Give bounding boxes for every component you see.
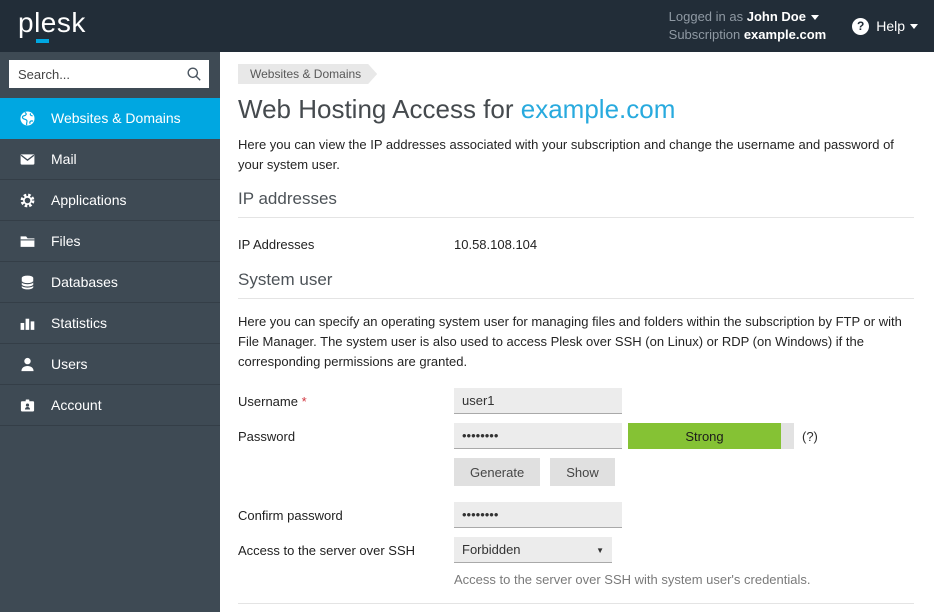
user-name[interactable]: John Doe (747, 9, 806, 24)
username-input[interactable] (454, 388, 622, 414)
database-icon (19, 274, 36, 291)
page-intro: Here you can view the IP addresses assoc… (238, 135, 914, 175)
help-menu[interactable]: ? Help (852, 18, 918, 35)
password-label: Password (238, 429, 454, 444)
sidebar-item-account[interactable]: Account (0, 385, 220, 426)
folder-icon (19, 233, 36, 250)
subscription-label: Subscription (669, 27, 741, 42)
sidebar-search (9, 60, 209, 88)
mail-icon (19, 151, 36, 168)
system-user-description: Here you can specify an operating system… (238, 312, 914, 372)
ssh-access-label: Access to the server over SSH (238, 543, 454, 558)
header-right: Logged in as John Doe Subscription examp… (669, 8, 934, 44)
page-title-domain-link[interactable]: example.com (521, 94, 676, 124)
sidebar-item-users[interactable]: Users (0, 344, 220, 385)
ip-addresses-label: IP Addresses (238, 237, 454, 252)
required-asterisk: * (302, 394, 307, 409)
question-circle-icon: ? (852, 18, 869, 35)
generate-password-button[interactable]: Generate (454, 458, 540, 486)
logged-in-row[interactable]: Logged in as John Doe (669, 8, 827, 26)
help-label: Help (876, 18, 905, 34)
sidebar-item-label: Mail (51, 151, 77, 167)
globe-icon (19, 110, 36, 127)
plesk-logo[interactable]: plesk (18, 9, 86, 43)
sidebar-filler (0, 426, 220, 612)
confirm-password-input[interactable] (454, 502, 622, 528)
page-title: Web Hosting Access for example.com (238, 94, 914, 125)
session-info: Logged in as John Doe Subscription examp… (669, 8, 827, 44)
password-strength-meter: Strong (628, 423, 794, 449)
sidebar-item-label: Account (51, 397, 102, 413)
password-row: Password Strong (?) (238, 423, 914, 449)
show-password-button[interactable]: Show (550, 458, 615, 486)
ip-addresses-value: 10.58.108.104 (454, 237, 537, 252)
form-footer: * Required fields OK Apply Cancel (238, 604, 914, 612)
sidebar-item-label: Websites & Domains (51, 110, 181, 126)
subscription-row: Subscription example.com (669, 26, 827, 44)
ssh-access-row: Access to the server over SSH Forbidden … (238, 537, 914, 563)
system-user-heading: System user (238, 270, 914, 299)
ssh-access-select-wrap: Forbidden ▼ (454, 537, 612, 563)
password-input[interactable] (454, 423, 622, 449)
password-strength-help-link[interactable]: (?) (802, 429, 818, 444)
search-input[interactable] (9, 60, 209, 88)
sidebar-nav: Websites & Domains Mail Applications (0, 98, 220, 426)
sidebar-item-label: Users (51, 356, 88, 372)
confirm-password-row: Confirm password (238, 502, 914, 528)
sidebar: Websites & Domains Mail Applications (0, 52, 220, 612)
sidebar-item-websites-domains[interactable]: Websites & Domains (0, 98, 220, 139)
logged-in-as-label: Logged in as (669, 9, 743, 24)
sidebar-item-label: Applications (51, 192, 127, 208)
page-title-prefix: Web Hosting Access for (238, 94, 521, 124)
sidebar-item-mail[interactable]: Mail (0, 139, 220, 180)
ip-addresses-row: IP Addresses 10.58.108.104 (238, 218, 914, 270)
chevron-down-icon (910, 24, 918, 29)
sidebar-item-label: Statistics (51, 315, 107, 331)
ip-addresses-heading: IP addresses (238, 189, 914, 218)
chevron-down-icon (811, 15, 819, 20)
search-icon[interactable] (186, 66, 202, 87)
username-label-text: Username (238, 394, 298, 409)
breadcrumb[interactable]: Websites & Domains (238, 64, 377, 84)
ssh-access-select[interactable]: Forbidden (454, 537, 612, 563)
sidebar-item-databases[interactable]: Databases (0, 262, 220, 303)
plesk-logo-text: plesk (18, 7, 86, 38)
ssh-access-hint: Access to the server over SSH with syste… (454, 572, 914, 587)
username-label: Username * (238, 394, 454, 409)
subscription-value: example.com (744, 27, 826, 42)
top-header: plesk Logged in as John Doe Subscription… (0, 0, 934, 52)
plesk-logo-underline (36, 39, 49, 43)
bar-chart-icon (19, 315, 36, 332)
sidebar-item-applications[interactable]: Applications (0, 180, 220, 221)
main-content: Websites & Domains Web Hosting Access fo… (220, 52, 934, 612)
sidebar-item-files[interactable]: Files (0, 221, 220, 262)
password-strength-remainder (781, 423, 794, 449)
user-icon (19, 356, 36, 373)
gear-icon (19, 192, 36, 209)
sidebar-item-label: Files (51, 233, 81, 249)
confirm-password-label: Confirm password (238, 508, 454, 523)
password-tools-row: Generate Show (454, 458, 914, 486)
sidebar-item-statistics[interactable]: Statistics (0, 303, 220, 344)
username-row: Username * (238, 388, 914, 414)
sidebar-item-label: Databases (51, 274, 118, 290)
password-strength-badge: Strong (628, 423, 781, 449)
app-body: Websites & Domains Mail Applications (0, 52, 934, 612)
id-card-icon (19, 397, 36, 414)
plesk-app: plesk Logged in as John Doe Subscription… (0, 0, 934, 612)
